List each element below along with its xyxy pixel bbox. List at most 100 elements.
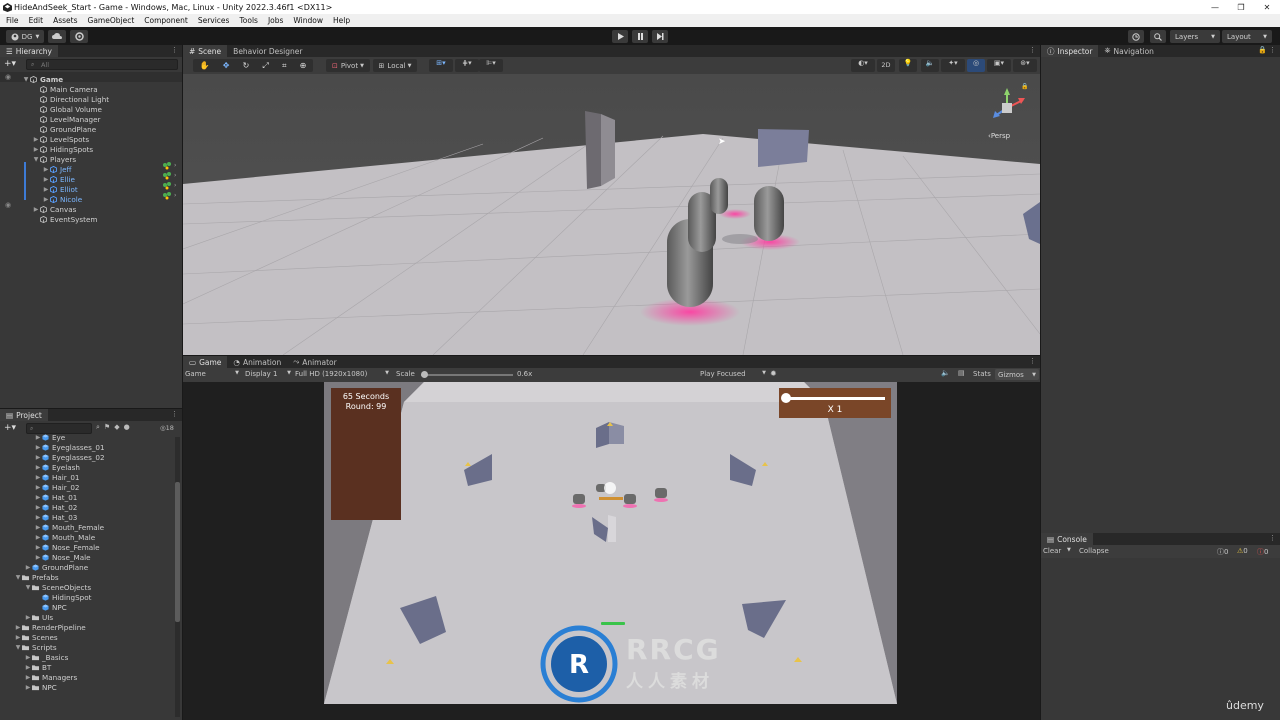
tab-project[interactable]: ▤ Project (0, 409, 48, 421)
hierarchy-item[interactable]: ▶ HidingSpots (32, 144, 93, 154)
project-folder-item[interactable]: ▶ Managers (24, 672, 78, 682)
tab-console[interactable]: ▤ Console (1041, 533, 1093, 545)
cloud-button[interactable] (48, 30, 66, 43)
project-folder-item[interactable]: ▶ Scenes (14, 632, 58, 642)
expand-arrow-icon[interactable]: ▶ (42, 176, 50, 183)
tab-behavior-designer[interactable]: Behavior Designer (227, 45, 308, 57)
stats-button[interactable]: Stats (973, 370, 991, 378)
project-asset-item[interactable]: ▶ Hat_03 (34, 512, 78, 522)
expand-arrow-icon[interactable]: ▶ (24, 654, 32, 661)
transform-tool-icon[interactable]: ⊕ (300, 61, 307, 70)
display-dropdown[interactable]: Display 1 ▼ (245, 370, 291, 378)
expand-arrow-icon[interactable]: ▶ (32, 136, 40, 143)
pause-button[interactable] (632, 30, 648, 43)
expand-arrow-icon[interactable]: ▶ (24, 564, 32, 571)
expand-arrow-icon[interactable]: ▶ (32, 146, 40, 153)
hierarchy-item[interactable]: ▶ Jeff (42, 164, 72, 174)
hierarchy-item[interactable]: LevelManager (32, 114, 100, 124)
menu-jobs[interactable]: Jobs (262, 16, 287, 25)
expand-arrow-icon[interactable]: ▶ (24, 674, 32, 681)
project-scrollbar[interactable] (175, 437, 180, 717)
orientation-gizmo[interactable] (985, 86, 1029, 130)
expand-arrow-icon[interactable]: ▼ (14, 574, 22, 581)
project-asset-item[interactable]: ▶ Hat_02 (34, 502, 78, 512)
expand-arrow-icon[interactable]: ▶ (34, 444, 42, 451)
lock-icon[interactable]: 🔒 (1021, 83, 1028, 90)
rotate-tool-icon[interactable]: ↻ (243, 61, 250, 70)
project-folder-item[interactable]: ▶ NPC (24, 682, 57, 692)
scene-viewport[interactable]: 🔒 ‹Persp ➤ (183, 74, 1040, 355)
persp-label[interactable]: ‹Persp (988, 132, 1010, 140)
menu-gameobject[interactable]: GameObject (82, 16, 139, 25)
project-asset-item[interactable]: ▶ Hat_01 (34, 492, 78, 502)
menu-tools[interactable]: Tools (233, 16, 261, 25)
project-folder-item[interactable]: ▼ Prefabs (14, 572, 59, 582)
account-dropdown[interactable]: DG ▼ (6, 30, 44, 43)
console-warn-counter[interactable]: ⚠0 (1237, 547, 1248, 555)
eye-icon[interactable]: ◉ (5, 73, 11, 81)
increment-snap-button[interactable]: ⋕▾ (455, 59, 479, 72)
play-focused-dropdown[interactable]: Play Focused ▼ (700, 370, 766, 378)
hierarchy-item[interactable]: Directional Light (32, 94, 109, 104)
tab-navigation[interactable]: ⛯ Navigation (1098, 45, 1159, 57)
menu-window[interactable]: Window (287, 16, 327, 25)
mute-audio-icon[interactable]: 🔈 (941, 369, 950, 377)
visibility-toggle-icon[interactable]: ◎ (967, 59, 985, 72)
hierarchy-item[interactable]: ▶ Ellie (42, 174, 75, 184)
expand-arrow-icon[interactable]: ▶ (34, 554, 42, 561)
expand-arrow-icon[interactable]: ▶ (34, 494, 42, 501)
stats-icon[interactable]: ▤ (958, 369, 965, 377)
tab-scene[interactable]: # Scene (183, 45, 228, 57)
hierarchy-item[interactable]: ▼ Players (32, 154, 76, 164)
console-clear-dropdown-icon[interactable]: ▼ (1067, 547, 1071, 553)
expand-arrow-icon[interactable]: ▶ (34, 454, 42, 461)
project-asset-item[interactable]: ▶ Eyeglasses_01 (34, 442, 105, 452)
lighting-toggle-icon[interactable]: 💡 (899, 59, 917, 72)
project-filter-icons[interactable]: ⌕⚑◆● (96, 423, 134, 432)
expand-arrow-icon[interactable]: ▶ (34, 474, 42, 481)
maximize-icon[interactable]: ❐ (1228, 0, 1254, 14)
expand-arrow-icon[interactable]: ▶ (34, 484, 42, 491)
pivot-dropdown[interactable]: ⊡ Pivot ▼ (326, 59, 370, 72)
expand-arrow-icon[interactable]: ▶ (34, 534, 42, 541)
expand-arrow-icon[interactable]: ▶ (24, 664, 32, 671)
expand-arrow-icon[interactable]: ▶ (24, 684, 32, 691)
history-button[interactable] (1128, 30, 1144, 43)
move-tool-icon[interactable]: ✥ (223, 61, 230, 70)
settings-icon[interactable]: ✹ (770, 369, 777, 378)
console-error-counter[interactable]: ⓘ0 (1257, 547, 1268, 557)
menu-file[interactable]: File (0, 16, 23, 25)
panel-menu-icon[interactable]: ⋮ (171, 410, 178, 418)
hierarchy-item[interactable]: Main Camera (32, 84, 98, 94)
expand-arrow-icon[interactable]: ▶ (24, 614, 32, 621)
project-asset-item[interactable]: ▶ Mouth_Male (34, 532, 95, 542)
project-folder-item[interactable]: ▶ BT (24, 662, 52, 672)
add-icon[interactable]: +▾ (4, 423, 16, 433)
mode-2d-button[interactable]: 2D (877, 59, 895, 72)
menu-assets[interactable]: Assets (47, 16, 81, 25)
eye-icon[interactable]: ◉ (5, 201, 11, 209)
expand-arrow-icon[interactable]: ▶ (34, 514, 42, 521)
expand-arrow-icon[interactable]: ▶ (42, 196, 50, 203)
project-folder-item[interactable]: ▶ RenderPipeline (14, 622, 86, 632)
expand-arrow-icon[interactable]: ▶ (32, 206, 40, 213)
expand-arrow-icon[interactable]: ▶ (42, 166, 50, 173)
project-asset-item[interactable]: ▶ Eyelash (34, 462, 80, 472)
hierarchy-item[interactable]: GroundPlane (32, 124, 96, 134)
step-button[interactable] (652, 30, 668, 43)
hierarchy-search-input[interactable]: ⌕ All (26, 59, 178, 70)
effects-dropdown[interactable]: ✦▾ (941, 59, 965, 72)
panel-menu-icon[interactable]: ⋮ (1269, 534, 1276, 542)
console-collapse-button[interactable]: Collapse (1079, 547, 1109, 555)
panel-menu-icon[interactable]: ⋮ (171, 46, 178, 54)
panel-menu-icon[interactable]: ⋮ (1029, 357, 1036, 365)
hierarchy-item[interactable]: ▶ Elliot (42, 184, 78, 194)
panel-menu-icon[interactable]: 🔒 ⋮ (1258, 46, 1276, 54)
layers-dropdown[interactable]: Layers ▼ (1170, 30, 1220, 43)
project-asset-item[interactable]: ▶ Nose_Female (34, 542, 100, 552)
gizmos-dropdown[interactable]: ⊛▾ (1013, 59, 1037, 72)
resolution-dropdown[interactable]: Full HD (1920x1080) ▼ (295, 370, 389, 378)
gizmos-dropdown[interactable]: Gizmos ▼ (995, 369, 1039, 380)
play-button[interactable] (612, 30, 628, 43)
expand-arrow-icon[interactable]: ▼ (32, 156, 40, 163)
